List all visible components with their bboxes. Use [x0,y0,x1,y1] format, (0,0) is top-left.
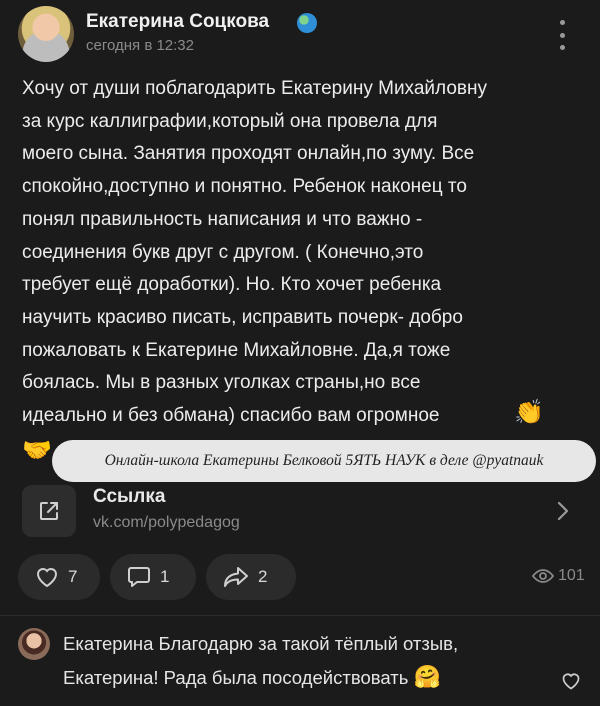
clap-emoji: 👏 [514,399,544,426]
share-count: 2 [258,567,268,586]
post-text-line: Хочу от души поблагодарить Екатерину Мих… [22,78,487,99]
post-header: Екатерина Соцкова сегодня в 12:32 [0,0,600,70]
link-url: vk.com/polypedagog [93,514,240,531]
comment-icon [128,567,150,587]
watermark-caption: Онлайн-школа Екатерины Белковой 5ЯТЬ НАУ… [52,440,596,482]
hug-emoji: 🤗 [413,664,441,689]
comment-line-1-text: Благодарю за такой тёплый отзыв, [153,633,459,654]
link-title: Ссылка [93,486,166,507]
heart-icon [36,568,58,588]
author-avatar[interactable] [18,6,74,62]
post-text-line: моего сына. Занятия проходят онлайн,по з… [22,143,475,165]
share-button[interactable]: 2 [206,554,296,600]
author-name[interactable]: Екатерина Соцкова [86,11,269,33]
post-time: сегодня в 12:32 [86,37,194,54]
like-button[interactable]: 7 [18,554,100,600]
post-text-line: понял правильность написания и что важно… [22,208,423,230]
post-text-line: пожаловать к Екатерине Михайловне. Да,я … [22,339,451,361]
comment-author[interactable]: Екатерина [63,633,153,654]
post-text-line: требует ещё доработки). Но. Кто хочет ре… [22,274,442,296]
handshake-emoji: 🤝 [22,437,52,464]
comment-count: 1 [160,567,170,586]
post-text-line: научить красиво писать, исправить почерк… [22,306,463,328]
post-text-line: боялась. Мы в разных уголках страны,но в… [22,372,421,394]
post-text: Хочу от души поблагодарить Екатерину Мих… [22,73,582,433]
comment-line-1: Екатерина Благодарю за такой тёплый отзы… [63,627,458,660]
more-vertical-icon[interactable] [556,20,568,50]
comment-line-2-text: Екатерина! Рада была посодействовать [63,667,414,688]
divider [0,615,600,616]
comment-heart-icon[interactable] [560,671,582,691]
comment-line-2: Екатерина! Рада была посодействовать 🤗 [63,660,458,694]
comment-button[interactable]: 1 [110,554,196,600]
chevron-right-icon [557,501,569,521]
eye-icon [532,569,554,583]
globe-status-icon [297,13,317,33]
external-link-icon [22,485,76,537]
like-count: 7 [68,567,78,586]
share-icon [224,567,248,587]
post-text-line: за курс каллиграфии,который она провела … [22,110,438,132]
comment-text: Екатерина Благодарю за такой тёплый отзы… [63,627,458,694]
views-counter: 101 [532,567,585,585]
post-text-line: идеально и без обмана) спасибо вам огром… [22,405,440,427]
views-count: 101 [558,567,585,584]
post-text-line: спокойно,доступно и понятно. Ребенок нак… [22,176,467,198]
commenter-avatar[interactable] [18,628,50,660]
post-text-line: соединения букв друг с другом. ( Конечно… [22,241,424,263]
link-card[interactable]: Ссылка vk.com/polypedagog [18,480,586,544]
